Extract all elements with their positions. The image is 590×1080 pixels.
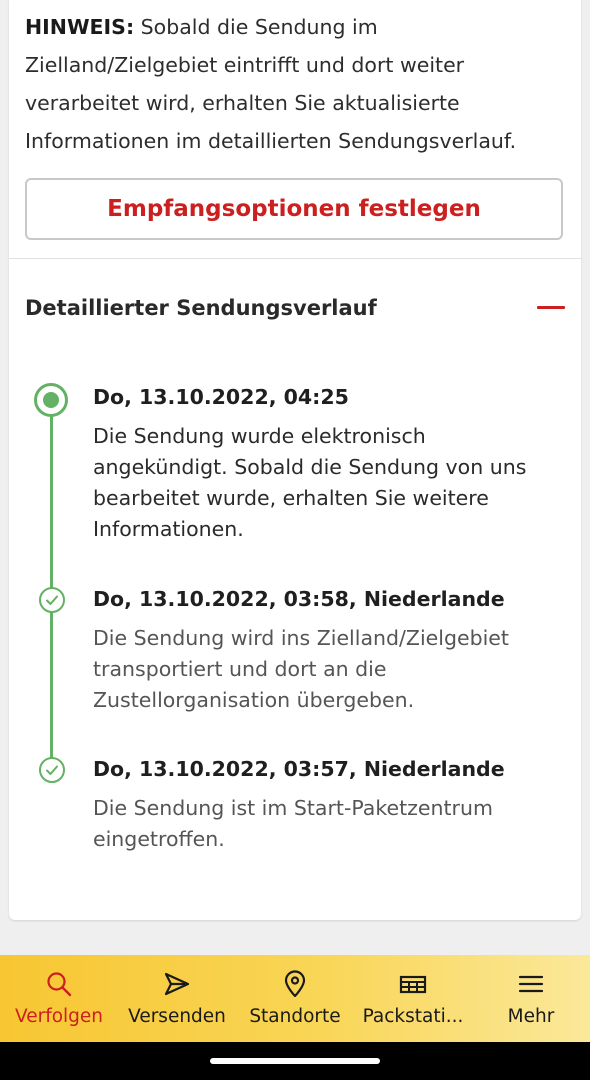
shipment-card: HINWEIS: Sobald die Sendung im Zielland/… <box>9 0 581 920</box>
nav-label: Verfolgen <box>14 1006 104 1027</box>
timeline-event: Do, 13.10.2022, 04:25 Die Sendung wurde … <box>93 383 563 545</box>
event-description: Die Sendung wurde elektronisch angekündi… <box>93 424 527 541</box>
send-icon <box>164 972 190 996</box>
timeline-event: Do, 13.10.2022, 03:57, Niederlande Die S… <box>93 755 563 855</box>
check-circle-icon <box>39 587 65 613</box>
location-pin-icon <box>284 970 306 998</box>
minus-icon[interactable] <box>537 294 565 322</box>
packstation-icon <box>399 975 427 994</box>
menu-icon <box>518 975 544 993</box>
nav-item-packstation[interactable]: Packstati... <box>354 955 472 1042</box>
search-icon <box>47 972 72 997</box>
event-date: Do, 13.10.2022, 03:58, Niederlande <box>93 587 505 611</box>
history-section-header[interactable]: Detaillierter Sendungsverlauf <box>25 286 565 330</box>
current-status-dot-icon <box>34 383 68 417</box>
event-description: Die Sendung ist im Start-Paketzentrum ei… <box>93 796 493 851</box>
notice-label: HINWEIS: <box>25 15 135 39</box>
home-indicator[interactable] <box>210 1058 380 1064</box>
check-circle-icon <box>39 757 65 783</box>
nav-item-versenden[interactable]: Versenden <box>118 955 236 1042</box>
nav-label: Standorte <box>249 1006 341 1027</box>
delivery-options-button[interactable]: Empfangsoptionen festlegen <box>25 178 563 240</box>
event-date: Do, 13.10.2022, 04:25 <box>93 385 349 409</box>
timeline-event: Do, 13.10.2022, 03:58, Niederlande Die S… <box>93 585 563 716</box>
nav-item-standorte[interactable]: Standorte <box>236 955 354 1042</box>
event-date: Do, 13.10.2022, 03:57, Niederlande <box>93 757 505 781</box>
timeline-line <box>50 400 53 770</box>
nav-label: Versenden <box>128 1006 226 1027</box>
divider <box>9 258 581 259</box>
nav-item-verfolgen[interactable]: Verfolgen <box>0 955 118 1042</box>
event-description: Die Sendung wird ins Zielland/Zielgebiet… <box>93 626 509 712</box>
nav-label: Packstati... <box>362 1006 464 1027</box>
notice-text: HINWEIS: Sobald die Sendung im Zielland/… <box>25 8 570 160</box>
history-title: Detaillierter Sendungsverlauf <box>25 296 377 320</box>
bottom-navigation: Verfolgen Versenden Standorte Packstati.… <box>0 955 590 1042</box>
nav-item-mehr[interactable]: Mehr <box>472 955 590 1042</box>
nav-label: Mehr <box>507 1006 555 1027</box>
